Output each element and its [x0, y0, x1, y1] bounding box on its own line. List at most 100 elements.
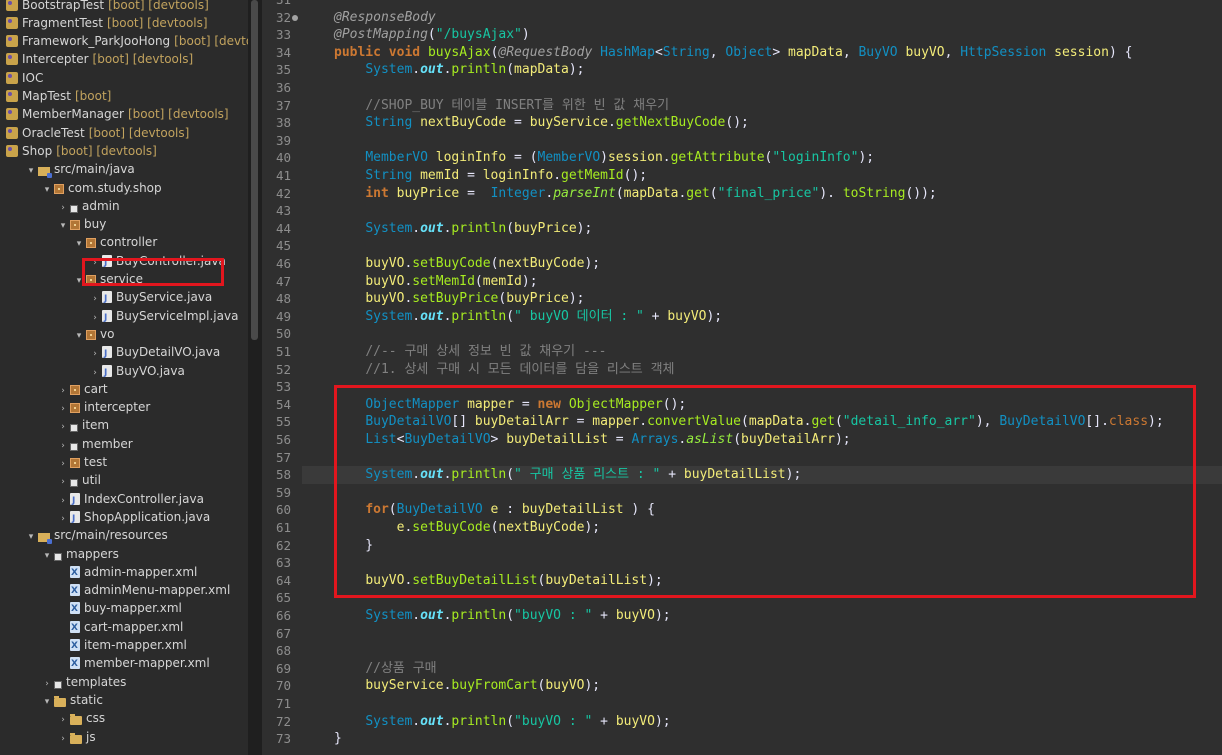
expand-arrow-icon[interactable]: ▾ [42, 693, 52, 711]
tree-item[interactable]: member-mapper.xml [58, 654, 210, 673]
tree-item[interactable]: › css [58, 709, 105, 727]
code-line[interactable]: } [334, 730, 342, 748]
code-line[interactable]: //상품 구매 [334, 660, 436, 678]
collapse-arrow-icon[interactable]: › [58, 473, 68, 491]
tree-item[interactable]: ▾ mappers [42, 545, 119, 563]
code-line[interactable]: buyVO.setBuyCode(nextBuyCode); [334, 255, 600, 273]
code-editor[interactable]: 3132333435363738394041424344454647484950… [262, 0, 1222, 755]
code-token: System [365, 62, 413, 78]
tree-item[interactable]: › BuyVO.java [90, 362, 185, 382]
expand-arrow-icon[interactable]: ▾ [58, 217, 68, 235]
collapse-arrow-icon[interactable]: › [58, 437, 68, 455]
tree-item[interactable]: MapTest [boot] [6, 87, 111, 105]
tree-item[interactable]: admin-mapper.xml [58, 563, 197, 582]
override-marker-icon[interactable] [292, 14, 298, 21]
collapse-arrow-icon[interactable]: › [90, 309, 100, 327]
tree-item[interactable]: › util [58, 471, 101, 489]
collapse-arrow-icon[interactable]: › [90, 364, 100, 382]
collapse-arrow-icon[interactable]: › [42, 675, 52, 693]
tree-item-label: com.study.shop [68, 180, 162, 195]
tree-item[interactable]: Shop [boot] [devtools] [6, 142, 157, 160]
tree-item[interactable]: adminMenu-mapper.xml [58, 581, 230, 600]
tree-item[interactable]: › BuyServiceImpl.java [90, 307, 238, 327]
scrollbar-thumb[interactable] [251, 0, 258, 340]
code-line[interactable]: System.out.println(" buyVO 데이터 : " + buy… [334, 308, 722, 326]
tree-item[interactable]: FragmentTest [boot] [devtools] [6, 14, 208, 32]
code-line[interactable]: buyVO.setMemId(memId); [334, 273, 537, 291]
tree-item[interactable]: Framework_ParkJooHong[boot] [devtool [6, 32, 248, 50]
tree-item[interactable]: MemberManager [boot] [devtools] [6, 105, 229, 123]
code-token: , [709, 44, 726, 60]
expand-arrow-icon[interactable]: ▾ [74, 327, 84, 345]
collapse-arrow-icon[interactable]: › [90, 345, 100, 363]
code-line[interactable]: buyVO.setBuyPrice(buyPrice); [334, 290, 584, 308]
code-line[interactable]: int buyPrice = Integer.parseInt(mapData.… [334, 185, 936, 203]
tree-item[interactable]: ▾ com.study.shop [42, 179, 162, 197]
collapse-arrow-icon[interactable]: › [58, 455, 68, 473]
code-token: parseInt [553, 185, 616, 201]
code-line[interactable]: System.out.println("buyVO : " + buyVO); [334, 713, 670, 731]
tree-item[interactable]: › intercepter [58, 398, 150, 416]
expand-arrow-icon[interactable]: ▾ [74, 235, 84, 253]
tree-item[interactable]: › cart [58, 380, 107, 400]
expand-arrow-icon[interactable]: ▾ [26, 162, 36, 180]
tree-item[interactable]: Intercepter [boot] [devtools] [6, 50, 193, 68]
tree-item[interactable]: › test [58, 453, 107, 471]
tree-item[interactable]: OracleTest [boot] [devtools] [6, 124, 189, 142]
tree-item[interactable]: ▾ src/main/resources [26, 526, 168, 546]
code-line[interactable]: public void buysAjax(@RequestBody HashMa… [334, 44, 1132, 62]
code-line[interactable]: buyService.buyFromCart(buyVO); [334, 677, 600, 695]
expand-arrow-icon[interactable]: ▾ [26, 528, 36, 546]
tree-item[interactable]: › templates [42, 673, 126, 691]
tree-item[interactable]: item-mapper.xml [58, 636, 187, 655]
tree-item[interactable]: › BuyDetailVO.java [90, 343, 220, 363]
tree-item[interactable]: ▾ controller [74, 233, 158, 253]
collapse-arrow-icon[interactable]: › [58, 400, 68, 418]
code-line[interactable]: System.out.println(mapData); [334, 61, 584, 79]
tree-item[interactable]: › js [58, 728, 96, 746]
tree-item[interactable]: BootstrapTest [boot] [devtools] [6, 0, 209, 14]
code-line[interactable]: String memId = loginInfo.getMemId(); [334, 167, 647, 185]
code-line[interactable]: @ResponseBody [334, 9, 436, 27]
code-line[interactable]: //SHOP_BUY 테이블 INSERT를 위한 빈 값 채우기 [334, 97, 669, 115]
line-number-gutter: 3132333435363738394041424344454647484950… [262, 0, 302, 755]
explorer-scrollbar[interactable] [248, 0, 262, 755]
code-token: (); [725, 115, 749, 131]
tree-item[interactable]: › IndexController.java [58, 490, 204, 510]
collapse-arrow-icon[interactable]: › [90, 290, 100, 308]
collapse-arrow-icon[interactable]: › [58, 510, 68, 528]
code-line[interactable]: @PostMapping("/buysAjax") [334, 26, 530, 44]
tree-item[interactable]: buy-mapper.xml [58, 599, 182, 618]
tree-item[interactable]: ▾ static [42, 691, 103, 709]
code-line[interactable]: MemberVO loginInfo = (MemberVO)session.g… [334, 149, 874, 167]
collapse-arrow-icon[interactable]: › [58, 711, 68, 729]
tree-item[interactable]: ▾ src/main/java [26, 160, 135, 180]
code-line[interactable]: System.out.println("buyVO : " + buyVO); [334, 607, 670, 625]
tree-item[interactable]: › item [58, 416, 109, 434]
tree-item[interactable]: › member [58, 435, 133, 453]
tree-item[interactable]: ▾ buy [58, 215, 107, 235]
code-line[interactable]: String nextBuyCode = buyService.getNextB… [334, 114, 749, 132]
expand-arrow-icon[interactable]: ▾ [42, 547, 52, 565]
collapse-arrow-icon[interactable]: › [58, 492, 68, 510]
code-line[interactable]: //1. 상세 구매 시 모든 데이터를 담을 리스트 객체 [334, 361, 674, 379]
tree-item[interactable]: ▾ vo [74, 325, 115, 345]
collapse-arrow-icon[interactable]: › [58, 382, 68, 400]
tree-item[interactable]: › BuyService.java [90, 288, 212, 308]
tree-item[interactable]: › ShopApplication.java [58, 508, 210, 528]
tree-item[interactable]: IOC [6, 69, 43, 87]
code-token: getAttribute [670, 150, 765, 166]
code-line[interactable]: System.out.println(buyPrice); [334, 220, 592, 238]
collapse-arrow-icon[interactable]: › [58, 199, 68, 217]
tree-item[interactable]: › admin [58, 197, 120, 215]
collapse-arrow-icon[interactable]: › [58, 418, 68, 436]
tree-item[interactable]: cart-mapper.xml [58, 618, 183, 637]
code-token: BuyVO [858, 44, 898, 60]
collapse-arrow-icon[interactable]: › [58, 730, 68, 748]
expand-arrow-icon[interactable]: ▾ [42, 181, 52, 199]
code-line[interactable]: //-- 구매 상세 정보 빈 값 채우기 --- [334, 343, 606, 361]
